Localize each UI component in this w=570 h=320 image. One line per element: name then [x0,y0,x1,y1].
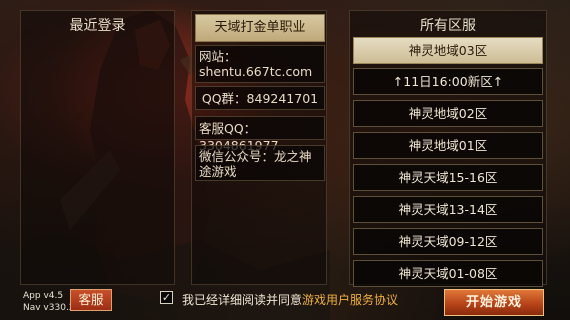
agreement-link[interactable]: 游戏用户服务协议 [302,293,398,307]
server-item[interactable]: 神灵地域01区 [353,132,543,159]
qq-group-info: QQ群：849241701 [195,86,325,110]
server-item[interactable]: 神灵天域01-08区 [353,260,543,287]
recent-login-panel: 最近登录 [20,10,175,285]
server-list-title: 所有区服 [420,18,476,34]
server-item[interactable]: 神灵天域15-16区 [353,164,543,191]
checkmark-icon: ✓ [161,291,172,304]
customer-service-button[interactable]: 客服 [70,289,112,311]
server-item[interactable]: 神灵天域09-12区 [353,228,543,255]
start-game-button[interactable]: 开始游戏 [444,289,544,316]
wechat-info: 微信公众号：龙之神途游戏 [195,145,325,181]
server-item[interactable]: 神灵天域13-14区 [353,196,543,223]
server-item[interactable]: ↑11日16:00新区↑ [353,68,543,95]
agreement-text: 我已经详细阅读并同意游戏用户服务协议 [182,291,398,308]
recent-login-title: 最近登录 [69,18,126,34]
app-version: App v4.5 [23,291,64,301]
server-item[interactable]: 神灵地域02区 [353,100,543,127]
server-item[interactable]: 神灵地域03区 [353,37,543,64]
agreement-checkbox[interactable]: ✓ [160,291,173,304]
agreement-prefix: 我已经详细阅读并同意 [182,293,303,307]
website-info: 网站：shentu.667tc.com [195,45,325,83]
service-qq-info: 客服QQ：3304861977 [195,116,325,153]
game-mode-button[interactable]: 天域打金单职业 [195,14,325,42]
